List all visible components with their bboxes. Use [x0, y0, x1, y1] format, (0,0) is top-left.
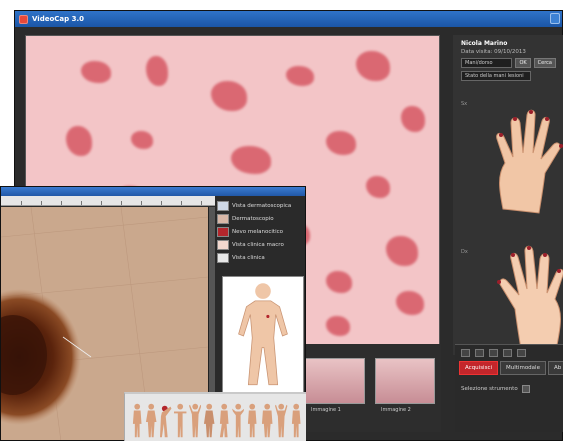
pose-figure-11[interactable]: [275, 402, 288, 440]
pose-figure-7[interactable]: [218, 402, 230, 440]
legend-label: Nevo melanocitico: [232, 228, 283, 235]
legend-item[interactable]: Vista clinica: [217, 251, 303, 264]
pose-figure-1[interactable]: [131, 402, 143, 440]
legend-swatch: [217, 226, 229, 237]
hand-dorsal-image[interactable]: [489, 105, 563, 217]
patient-panel: Nicola Marino Data visita: 09/10/2013 Ma…: [453, 35, 563, 355]
legend-item[interactable]: Vista dermatoscopica: [217, 199, 303, 212]
thumbnail-2-label: Immagine 2: [381, 407, 411, 413]
pose-figure-5[interactable]: [188, 402, 202, 440]
side-label-second: Dx: [461, 249, 468, 255]
legend-label: Vista clinica: [232, 254, 265, 261]
toolbar-icon[interactable]: [503, 349, 512, 357]
legend-label: Vista clinica macro: [232, 241, 284, 248]
view-select[interactable]: Mani/dorso: [461, 58, 513, 68]
pose-figure-4[interactable]: [174, 402, 187, 440]
thumbnail-strip: Immagine 1 Immagine 2: [299, 344, 441, 432]
legend-swatch: [217, 200, 229, 211]
pose-figure-9[interactable]: [246, 402, 258, 440]
thumbnail-1-label: Immagine 1: [311, 407, 341, 413]
legend-swatch: [217, 239, 229, 250]
title-bar: VideoCap 3.0: [15, 11, 562, 27]
legend-label: Vista dermatoscopica: [232, 202, 292, 209]
body-map-figure[interactable]: [222, 276, 304, 393]
pose-figure-8[interactable]: [231, 402, 245, 440]
toolbar-icon[interactable]: [489, 349, 498, 357]
visit-date: Data visita: 09/10/2013: [461, 49, 526, 55]
legend-item[interactable]: Dermatoscopio: [217, 212, 303, 225]
thumbnail-1[interactable]: [305, 358, 365, 404]
thumbnail-2[interactable]: [375, 358, 435, 404]
apply-button[interactable]: OK: [515, 58, 531, 68]
pose-figure-2[interactable]: [145, 402, 157, 440]
pose-figure-12[interactable]: [290, 402, 302, 440]
legend-item[interactable]: Nevo melanocitico: [217, 225, 303, 238]
view-legend: Vista dermatoscopica Dermatoscopio Nevo …: [217, 199, 303, 264]
legend-swatch: [217, 213, 229, 224]
pose-figure-3[interactable]: [159, 402, 172, 440]
body-pose-figures: [124, 392, 306, 441]
tab-multimodal[interactable]: Multimodale: [500, 361, 546, 375]
ruler: [1, 196, 215, 206]
toolbar-icon[interactable]: [517, 349, 526, 357]
side-label-first: Sx: [461, 101, 468, 107]
title-bar-front: [1, 187, 305, 196]
toolbar-icon[interactable]: [461, 349, 470, 357]
toolbar-icon[interactable]: [475, 349, 484, 357]
acquisition-panel: Acquisisci Multimodale Ab Selezione stru…: [455, 344, 563, 432]
legend-label: Dermatoscopio: [232, 215, 274, 222]
tab-acquire[interactable]: Acquisisci: [459, 361, 499, 375]
search-button[interactable]: Cerca: [533, 58, 556, 68]
tab-content: Selezione strumento: [455, 375, 563, 403]
window-button-icon[interactable]: [550, 13, 560, 24]
instrument-select[interactable]: [521, 385, 530, 393]
tab-bar: Acquisisci Multimodale Ab: [455, 361, 563, 375]
pose-figure-6[interactable]: [203, 402, 215, 440]
patient-name: Nicola Marino: [461, 40, 508, 47]
instrument-label: Selezione strumento: [461, 386, 518, 392]
app-title: VideoCap 3.0: [32, 15, 84, 23]
app-icon: [19, 14, 28, 24]
pose-figure-10[interactable]: [261, 402, 273, 440]
legend-swatch: [217, 252, 229, 263]
report-select[interactable]: Stato della mani lesioni: [461, 71, 531, 81]
tab-other[interactable]: Ab: [547, 361, 563, 375]
legend-item[interactable]: Vista clinica macro: [217, 238, 303, 251]
thumbnail-toolbar-icons: [455, 345, 563, 361]
hand-palmar-image[interactable]: [489, 241, 563, 353]
